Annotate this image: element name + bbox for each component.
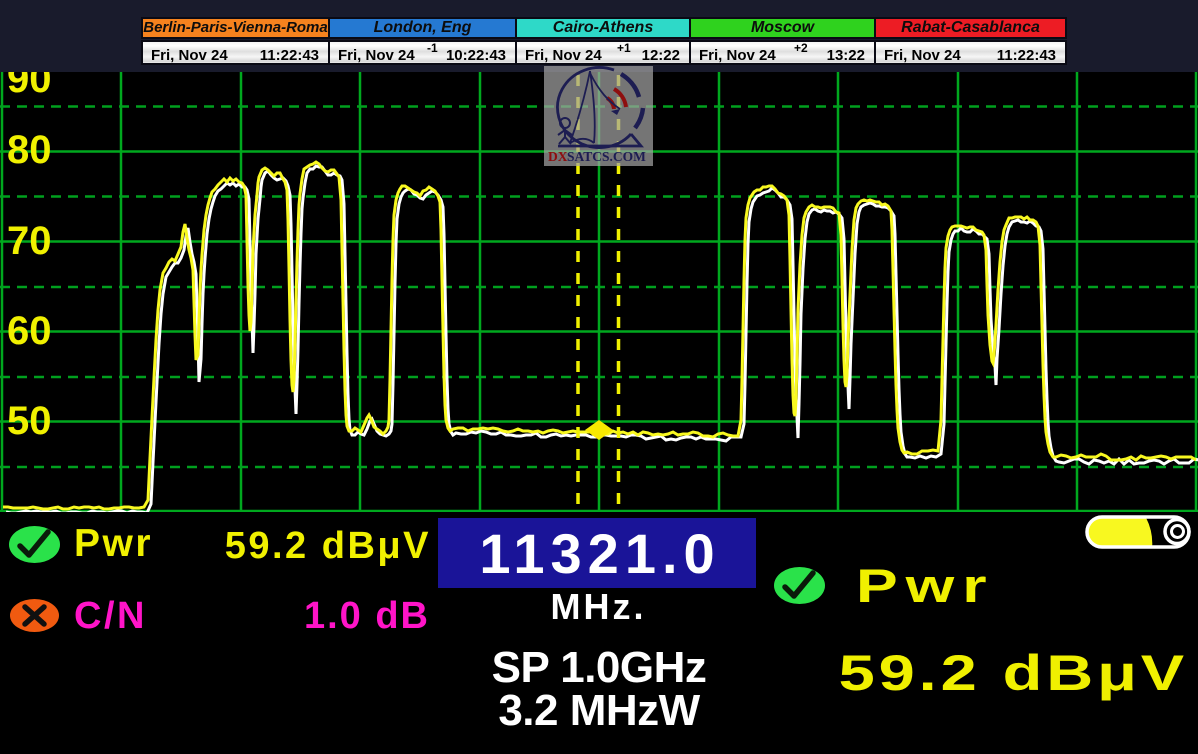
svg-text:70: 70 [7, 219, 52, 263]
svg-text:60: 60 [7, 309, 52, 353]
svg-text:80: 80 [7, 128, 52, 172]
svg-text:SATCS.COM: SATCS.COM [567, 149, 646, 164]
svg-text:DX: DX [548, 149, 568, 164]
svg-text:50: 50 [7, 399, 52, 443]
svg-text:90: 90 [7, 72, 52, 101]
